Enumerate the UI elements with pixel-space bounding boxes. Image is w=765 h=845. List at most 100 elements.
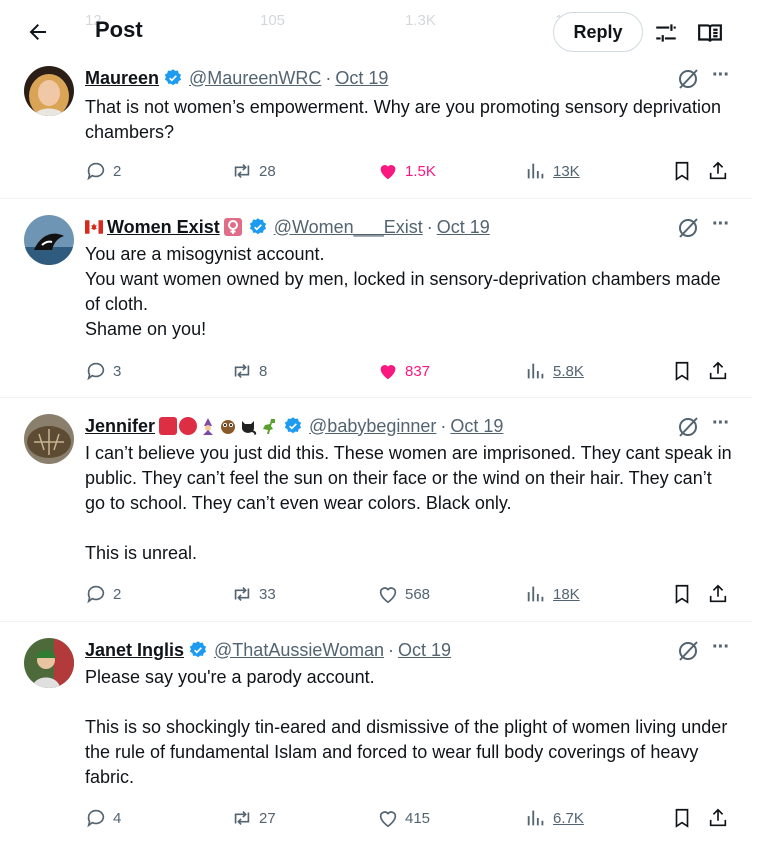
reply-action[interactable]: 3 bbox=[85, 358, 121, 384]
like-action[interactable]: 415 bbox=[377, 805, 430, 831]
red-square-icon bbox=[159, 417, 178, 435]
share-icon bbox=[709, 161, 727, 180]
tweet-date[interactable]: Oct 19 bbox=[335, 68, 388, 89]
repost-count: 28 bbox=[259, 162, 276, 180]
view-count: 18K bbox=[553, 585, 580, 603]
more-options-icon[interactable]: ··· bbox=[712, 637, 734, 663]
tweet-date[interactable]: Oct 19 bbox=[437, 217, 490, 238]
avatar[interactable] bbox=[24, 638, 74, 688]
reply-action[interactable]: 4 bbox=[85, 805, 121, 831]
tweet-text: You are a misogynist account. You want w… bbox=[85, 244, 721, 339]
reply-button[interactable]: Reply bbox=[553, 12, 643, 52]
heart-filled-icon bbox=[380, 165, 396, 180]
more-options-icon[interactable]: ··· bbox=[712, 413, 734, 439]
share-action[interactable] bbox=[707, 805, 735, 831]
reply-tweet[interactable]: Women Exist @Women___Exist · Oct 19 ··· … bbox=[0, 200, 752, 398]
reply-tweet[interactable]: Janet Inglis @ThatAussieWoman · Oct 19 ·… bbox=[0, 623, 752, 845]
tweet-top-icons: ··· bbox=[676, 637, 736, 663]
verified-badge-icon bbox=[189, 641, 207, 658]
reply-bubble-icon bbox=[87, 809, 105, 828]
author-name[interactable]: Jennifer bbox=[85, 416, 155, 437]
reader-mode-icon[interactable] bbox=[697, 20, 723, 46]
tweet-date[interactable]: Oct 19 bbox=[450, 416, 503, 437]
repost-icon bbox=[234, 586, 250, 602]
bookmark-action[interactable] bbox=[671, 158, 699, 184]
author-name[interactable]: Women Exist bbox=[107, 217, 220, 238]
bookmark-action[interactable] bbox=[671, 358, 699, 384]
repost-count: 27 bbox=[259, 809, 276, 827]
repost-icon bbox=[234, 363, 250, 379]
tweet-header: Jennifer @babybeginner · Oct 19 bbox=[85, 414, 503, 438]
tweet-top-icons: ··· bbox=[676, 214, 736, 240]
grok-icon[interactable] bbox=[676, 415, 700, 439]
share-icon bbox=[709, 361, 727, 380]
reply-tweet[interactable]: Jennifer @babybeginner · Oct 19 ··· I ca… bbox=[0, 399, 752, 622]
author-handle[interactable]: @babybeginner bbox=[309, 416, 436, 437]
bookmark-action[interactable] bbox=[671, 805, 699, 831]
tweet-text: I can’t believe you just did this. These… bbox=[85, 443, 732, 563]
repost-action[interactable]: 28 bbox=[231, 158, 276, 184]
avatar[interactable] bbox=[24, 215, 74, 265]
like-action[interactable]: 837 bbox=[377, 358, 430, 384]
views-bar-icon bbox=[527, 163, 544, 179]
bookmark-icon bbox=[675, 361, 689, 381]
author-handle[interactable]: @MaureenWRC bbox=[189, 68, 321, 89]
reply-action[interactable]: 2 bbox=[85, 158, 121, 184]
avatar[interactable] bbox=[24, 66, 74, 116]
share-action[interactable] bbox=[707, 158, 735, 184]
like-action[interactable]: 1.5K bbox=[377, 158, 436, 184]
avatar[interactable] bbox=[24, 414, 74, 464]
witch-icon bbox=[203, 418, 214, 435]
tweet-text: Please say you're a parody account. This… bbox=[85, 667, 728, 787]
repost-action[interactable]: 8 bbox=[231, 358, 267, 384]
like-action[interactable]: 568 bbox=[377, 581, 430, 607]
more-options-icon[interactable]: ··· bbox=[712, 65, 734, 91]
verified-badge-icon bbox=[249, 218, 266, 235]
grok-icon[interactable] bbox=[676, 639, 700, 663]
tweet-header: Maureen @MaureenWRC · Oct 19 bbox=[85, 66, 388, 90]
grok-icon[interactable] bbox=[676, 67, 700, 91]
bookmark-action[interactable] bbox=[671, 581, 699, 607]
repost-icon bbox=[234, 810, 250, 826]
tweet-text: That is not women’s empowerment. Why are… bbox=[85, 97, 721, 142]
views-bar-icon bbox=[527, 586, 544, 602]
reply-count: 2 bbox=[113, 585, 122, 603]
author-name[interactable]: Maureen bbox=[85, 68, 159, 89]
verified-badge-icon bbox=[284, 417, 302, 434]
separator-dot: · bbox=[388, 639, 395, 660]
separator-dot: · bbox=[440, 415, 447, 436]
more-options-icon[interactable]: ··· bbox=[712, 214, 734, 240]
separator-dot: · bbox=[325, 67, 332, 88]
views-bar-icon bbox=[527, 810, 544, 826]
back-arrow-icon[interactable] bbox=[24, 18, 52, 46]
reply-action[interactable]: 2 bbox=[85, 581, 121, 607]
views-action[interactable]: 13K bbox=[525, 158, 580, 184]
views-action[interactable]: 18K bbox=[525, 581, 580, 607]
repost-action[interactable]: 27 bbox=[231, 805, 276, 831]
views-bar-icon bbox=[527, 363, 544, 379]
like-count: 1.5K bbox=[405, 162, 436, 180]
grok-icon[interactable] bbox=[676, 216, 700, 240]
author-handle[interactable]: @Women___Exist bbox=[274, 217, 423, 238]
share-action[interactable] bbox=[707, 358, 735, 384]
share-icon bbox=[709, 808, 727, 827]
bookmark-icon bbox=[675, 584, 689, 604]
author-handle[interactable]: @ThatAussieWoman bbox=[214, 640, 384, 661]
reply-count: 2 bbox=[113, 162, 122, 180]
tweet-date[interactable]: Oct 19 bbox=[398, 640, 451, 661]
author-name[interactable]: Janet Inglis bbox=[85, 640, 184, 661]
views-action[interactable]: 5.8K bbox=[525, 358, 584, 384]
share-icon bbox=[709, 584, 727, 603]
repost-action[interactable]: 33 bbox=[231, 581, 276, 607]
page-title: Post bbox=[95, 17, 143, 42]
bookmark-icon bbox=[675, 808, 689, 828]
black-cat-icon bbox=[242, 421, 257, 435]
canada-flag-icon bbox=[85, 220, 103, 234]
views-action[interactable]: 6.7K bbox=[525, 805, 584, 831]
reply-tweet[interactable]: Maureen @MaureenWRC · Oct 19 ··· That is… bbox=[0, 63, 752, 199]
tweet-header: Women Exist @Women___Exist · Oct 19 bbox=[85, 215, 490, 239]
share-action[interactable] bbox=[707, 581, 735, 607]
sliders-icon[interactable] bbox=[653, 20, 679, 46]
top-bar: Post Reply bbox=[0, 0, 765, 63]
female-sign-icon bbox=[223, 218, 242, 236]
